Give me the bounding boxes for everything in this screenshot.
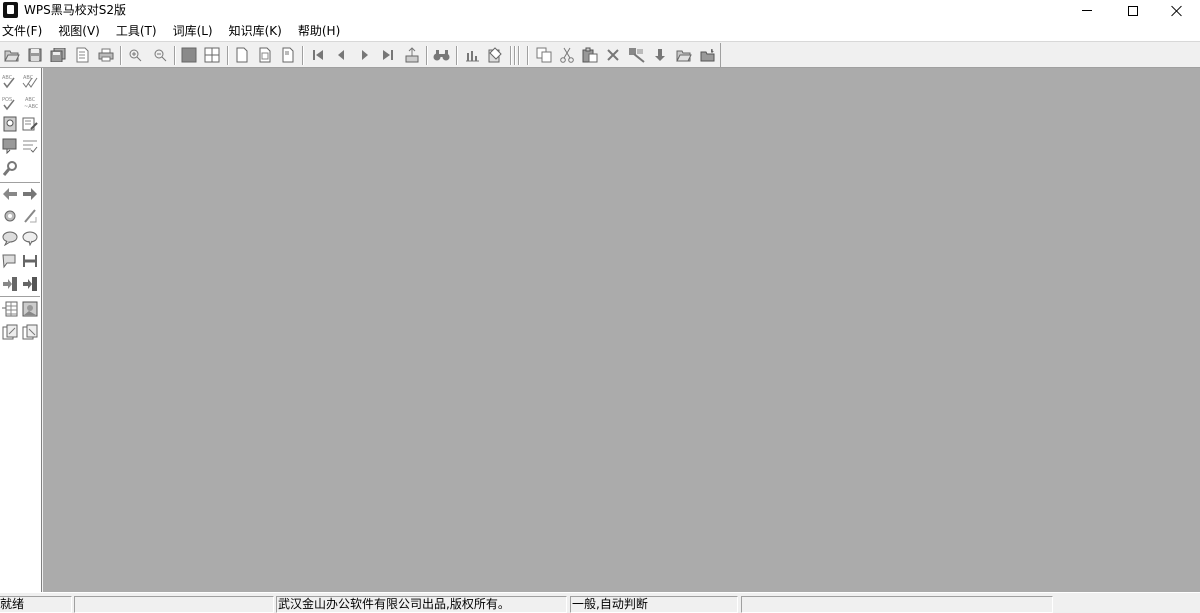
page-corner-icon[interactable] <box>278 46 298 64</box>
toolbar-separator <box>227 46 229 65</box>
chart-icon[interactable] <box>462 46 482 64</box>
zoom-out-icon[interactable] <box>150 46 170 64</box>
toolbar-separator <box>514 46 516 65</box>
minimize-icon <box>1082 10 1092 11</box>
page-compare-icon[interactable] <box>0 322 20 342</box>
insert-right-icon[interactable] <box>20 274 40 294</box>
open-folder-icon[interactable] <box>2 46 22 64</box>
spellcheck-icon[interactable]: ABC <box>0 71 20 91</box>
menu-help[interactable]: 帮助(H) <box>297 21 341 42</box>
toolbar-separator <box>527 46 529 65</box>
status-mode: 一般,自动判断 <box>570 596 738 613</box>
open-folder-2-icon[interactable] <box>674 46 694 64</box>
paste-icon[interactable] <box>580 46 600 64</box>
status-bar: 就绪 武汉金山办公软件有限公司出品,版权所有。 一般,自动判断 <box>0 592 1200 613</box>
status-panel-empty-2 <box>741 596 1053 613</box>
delete-icon[interactable] <box>603 46 623 64</box>
find-icon[interactable] <box>432 46 452 64</box>
down-arrow-icon[interactable] <box>650 46 670 64</box>
bubble-check-icon[interactable] <box>0 228 20 248</box>
insert-left-icon[interactable] <box>0 274 20 294</box>
list-check-icon[interactable] <box>20 136 40 156</box>
minimize-button[interactable] <box>1064 0 1110 21</box>
window-title: WPS黑马校对S2版 <box>24 3 126 17</box>
toolbar-separator <box>174 46 176 65</box>
next-icon[interactable] <box>355 46 375 64</box>
abc-compare-icon[interactable]: ABC ~ABC <box>20 93 40 113</box>
toolbar-separator <box>456 46 458 65</box>
clipboard-icon[interactable] <box>485 46 505 64</box>
arrow-right-icon[interactable] <box>20 184 40 204</box>
table-icon[interactable] <box>0 299 20 319</box>
bubble-icon[interactable] <box>20 228 40 248</box>
toolbar-separator <box>510 46 512 65</box>
first-icon[interactable] <box>308 46 328 64</box>
close-icon <box>1171 5 1183 17</box>
svg-text:ABC: ABC <box>25 97 36 103</box>
menu-tools[interactable]: 工具(T) <box>115 21 158 42</box>
save-icon[interactable] <box>25 46 45 64</box>
document-edit-icon[interactable] <box>20 114 40 134</box>
arrow-left-icon[interactable] <box>0 184 20 204</box>
menu-file[interactable]: 文件(F) <box>1 21 43 42</box>
copy-icon[interactable] <box>534 46 554 64</box>
toolbar-separator <box>120 46 122 65</box>
menu-view[interactable]: 视图(V) <box>57 21 101 42</box>
slash-icon[interactable] <box>20 206 40 226</box>
toolbar-separator <box>518 46 520 65</box>
maximize-button[interactable] <box>1110 0 1156 21</box>
menu-knowledge[interactable]: 知识库(K) <box>228 21 283 42</box>
settings-icon[interactable] <box>0 206 20 226</box>
workspace-area[interactable] <box>43 68 1200 592</box>
close-button[interactable] <box>1154 0 1200 21</box>
svg-text:POS: POS <box>2 97 12 103</box>
title-bar: WPS黑马校对S2版 <box>0 0 1200 21</box>
last-icon[interactable] <box>378 46 398 64</box>
status-panel-empty <box>74 596 274 613</box>
document-mark-icon[interactable] <box>0 136 20 156</box>
merge-icon[interactable] <box>20 251 40 271</box>
spellcheck-all-icon[interactable]: ABC <box>20 71 40 91</box>
save-all-icon[interactable] <box>48 46 68 64</box>
side-toolbar: ABC ABC POS ABC ~ABC <box>0 68 42 592</box>
document-check-icon[interactable] <box>0 114 20 134</box>
wrench-icon[interactable] <box>0 159 20 179</box>
save-folder-icon[interactable] <box>698 46 718 64</box>
previous-icon[interactable] <box>331 46 351 64</box>
svg-text:ABC: ABC <box>23 75 34 81</box>
single-view-icon[interactable] <box>179 46 199 64</box>
export-icon[interactable] <box>402 46 422 64</box>
zoom-in-icon[interactable] <box>125 46 145 64</box>
menu-lexicon[interactable]: 词库(L) <box>172 21 214 42</box>
toolbar-separator <box>426 46 428 65</box>
status-copyright: 武汉金山办公软件有限公司出品,版权所有。 <box>276 596 567 613</box>
main-toolbar <box>0 43 1200 68</box>
app-icon <box>3 2 18 18</box>
maximize-icon <box>1128 5 1138 16</box>
cut-icon[interactable] <box>557 46 577 64</box>
page-frame-icon[interactable] <box>255 46 275 64</box>
image-icon[interactable] <box>20 299 40 319</box>
status-ready: 就绪 <box>0 596 72 613</box>
toolbar-end-divider <box>720 43 721 67</box>
document-list-icon[interactable] <box>72 46 92 64</box>
toolbar-separator <box>302 46 304 65</box>
print-icon[interactable] <box>96 46 116 64</box>
menu-bar: 文件(F) 视图(V) 工具(T) 词库(L) 知识库(K) 帮助(H) <box>0 21 1200 42</box>
grid-view-icon[interactable] <box>202 46 222 64</box>
flag-icon[interactable] <box>0 251 20 271</box>
pos-check-icon[interactable]: POS <box>0 93 20 113</box>
page-icon[interactable] <box>232 46 252 64</box>
svg-text:~ABC: ~ABC <box>24 104 38 110</box>
svg-text:ABC: ABC <box>2 75 13 81</box>
page-compare-2-icon[interactable] <box>20 322 40 342</box>
replace-icon[interactable] <box>627 46 647 64</box>
side-separator <box>0 296 40 298</box>
